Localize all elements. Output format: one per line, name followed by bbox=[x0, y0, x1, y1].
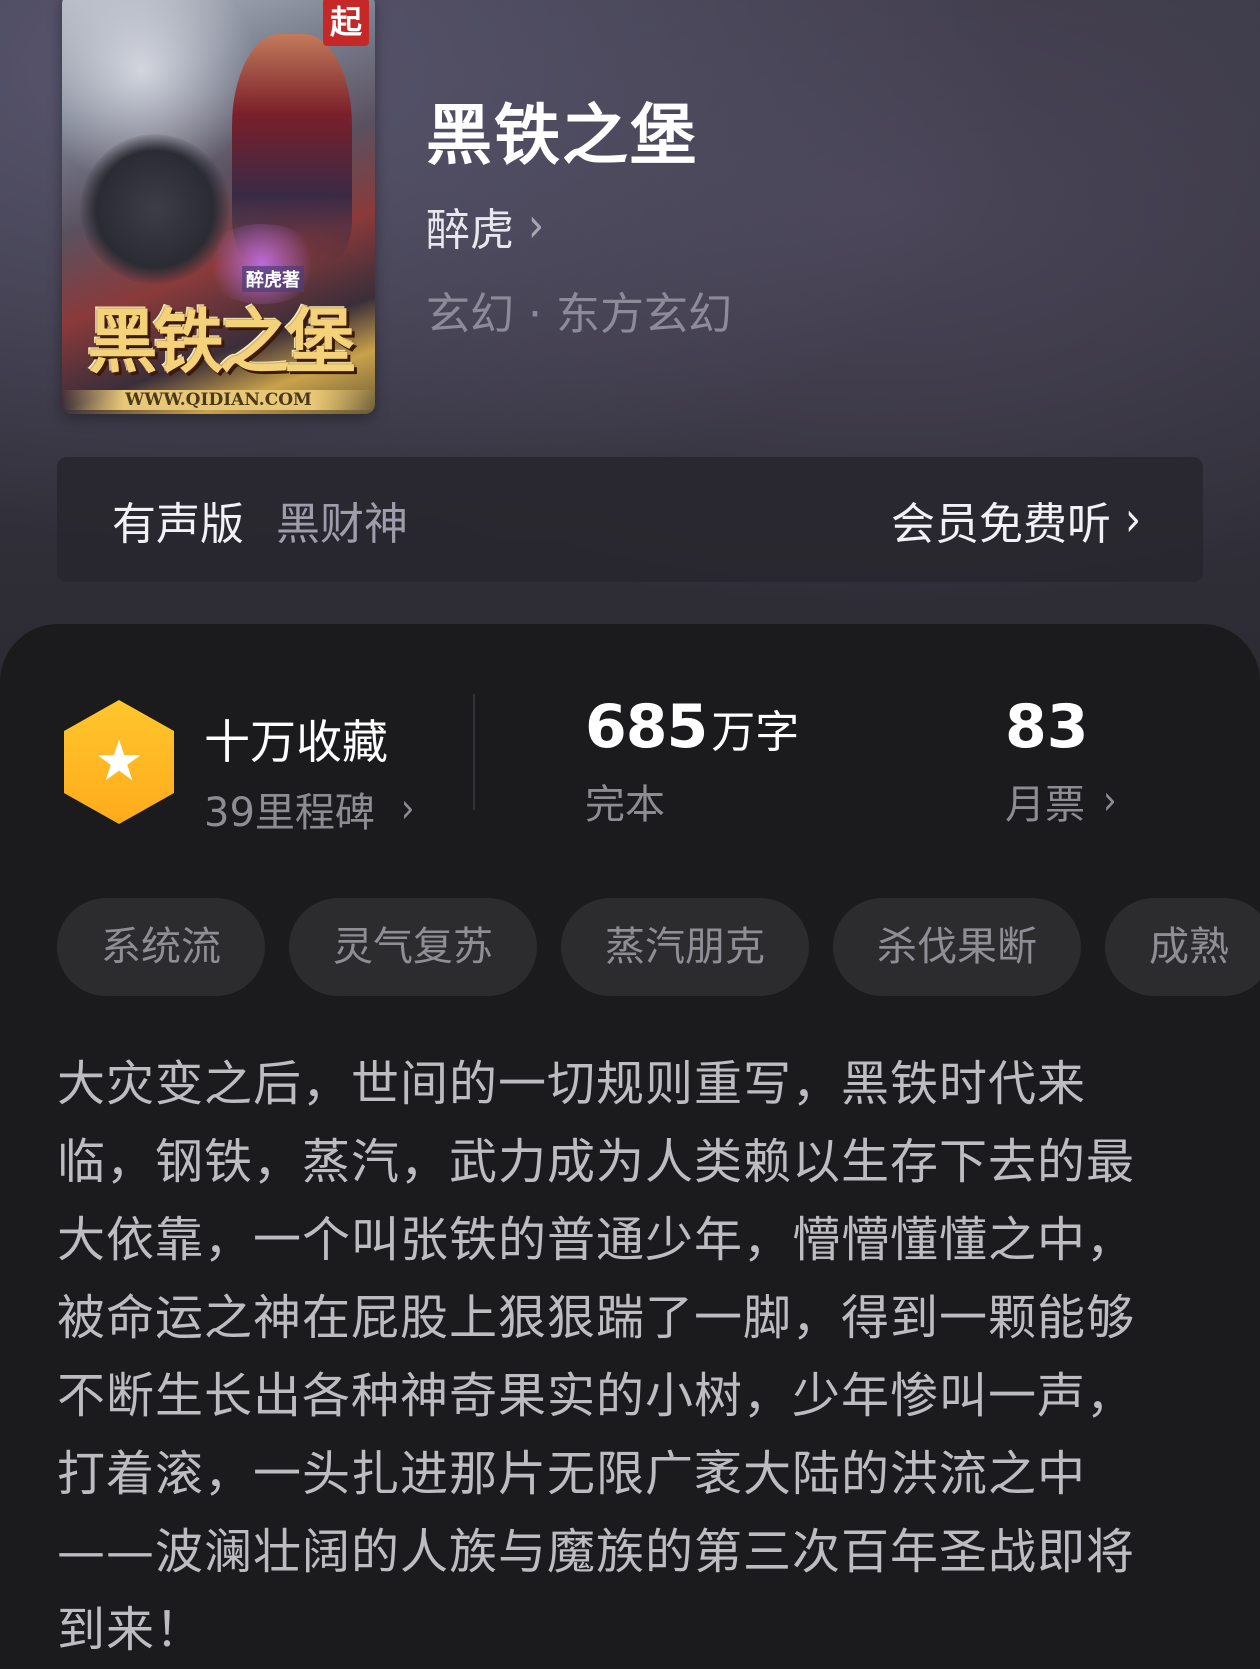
monthly-tickets-label: 月票 bbox=[1005, 782, 1085, 828]
book-synopsis[interactable]: 大灾变之后，世间的一切规则重写，黑铁时代来临，钢铁，蒸汽，武力成为人类赖以生存下… bbox=[57, 1045, 1177, 1669]
member-free-listen-label: 会员免费听 bbox=[891, 498, 1111, 550]
chevron-right-icon: › bbox=[400, 785, 415, 833]
star-icon: ★ bbox=[93, 729, 145, 794]
genre-separator: · bbox=[528, 289, 542, 340]
chevron-right-icon: › bbox=[1103, 777, 1117, 825]
audiobook-label: 有声版 bbox=[112, 498, 244, 550]
book-cover[interactable]: 起 醉虎著 黑铁之堡 WWW.QIDIAN.COM bbox=[62, 0, 375, 414]
stats-divider bbox=[473, 694, 475, 810]
favorites-stat[interactable]: ★ 十万收藏 39里程碑 › bbox=[64, 700, 415, 838]
milestones-line: 39里程碑 › bbox=[204, 780, 415, 838]
audiobook-narrator: 黑财神 bbox=[276, 498, 408, 550]
author-name: 醉虎 bbox=[426, 205, 514, 256]
cover-url-art: WWW.QIDIAN.COM bbox=[62, 390, 375, 410]
member-free-listen-link[interactable]: 会员免费听 › bbox=[891, 457, 1141, 582]
author-link[interactable]: 醉虎 › bbox=[426, 194, 544, 258]
tag-chip[interactable]: 杀伐果断 bbox=[833, 898, 1081, 996]
tag-chip[interactable]: 灵气复苏 bbox=[289, 898, 537, 996]
monthly-tickets-stat[interactable]: 83 月票 › bbox=[1005, 692, 1117, 830]
genre-line: 玄幻 · 东方玄幻 bbox=[426, 278, 732, 342]
word-count-unit: 万字 bbox=[711, 707, 800, 758]
word-count-stat: 685万字 完本 bbox=[585, 692, 799, 830]
favorites-text: 十万收藏 39里程碑 › bbox=[204, 706, 415, 838]
chevron-right-icon: › bbox=[1125, 491, 1141, 548]
qidian-badge-icon: 起 bbox=[323, 0, 369, 46]
audiobook-bar[interactable]: 有声版 黑财神 会员免费听 › bbox=[57, 457, 1203, 582]
monthly-tickets-line: 月票 › bbox=[1005, 772, 1117, 830]
tag-chip[interactable]: 蒸汽朋克 bbox=[561, 898, 809, 996]
genre-main[interactable]: 玄幻 bbox=[426, 289, 514, 340]
tag-chip[interactable]: 成熟 bbox=[1105, 898, 1260, 996]
book-title: 黑铁之堡 bbox=[426, 97, 698, 174]
monthly-tickets-number: 83 bbox=[1005, 692, 1089, 762]
favorites-count: 十万收藏 bbox=[204, 715, 388, 769]
favorites-badge: ★ bbox=[64, 700, 174, 824]
genre-sub[interactable]: 东方玄幻 bbox=[556, 289, 732, 340]
milestones-count: 39里程碑 bbox=[204, 790, 375, 836]
chevron-right-icon: › bbox=[528, 198, 544, 254]
completion-status: 完本 bbox=[585, 782, 665, 828]
tag-list: 系统流 灵气复苏 蒸汽朋克 杀伐果断 成熟 bbox=[57, 898, 1260, 998]
word-count-number: 685 bbox=[585, 692, 708, 762]
cover-title-art: 黑铁之堡 bbox=[87, 300, 356, 383]
tag-chip[interactable]: 系统流 bbox=[57, 898, 265, 996]
